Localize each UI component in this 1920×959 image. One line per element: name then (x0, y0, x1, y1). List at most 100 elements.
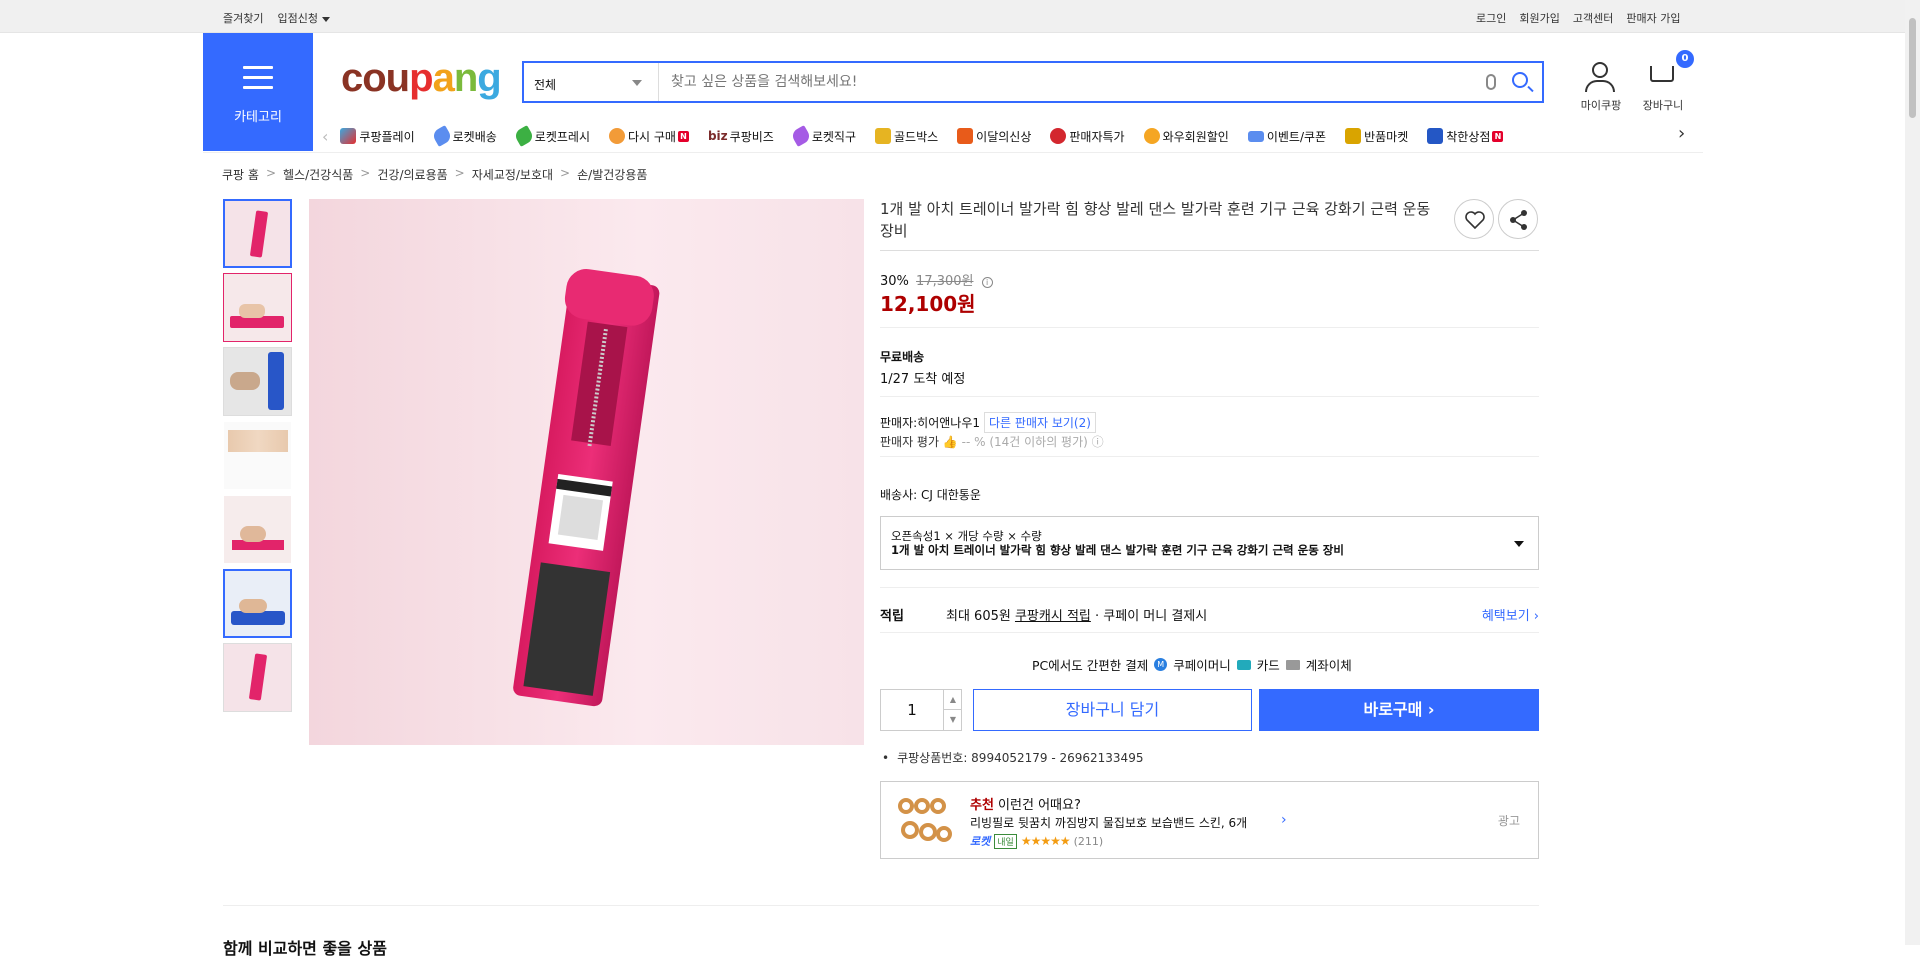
info-icon[interactable]: ⓘ (1092, 435, 1104, 449)
page-scrollbar[interactable] (1905, 0, 1920, 945)
nav-prev-icon[interactable]: ‹ (322, 127, 328, 146)
new-badge: N (677, 130, 689, 142)
favorites-link[interactable]: 즐겨찾기 (223, 10, 263, 26)
microphone-icon[interactable] (1486, 74, 1496, 90)
coupay-money-label: 쿠페이머니 (1173, 658, 1231, 673)
search-input[interactable] (659, 63, 1479, 101)
sale-price: 12,100원 (880, 292, 976, 316)
cart-label: 장바구니 (1642, 99, 1684, 112)
bank-icon (1285, 659, 1300, 670)
breadcrumb-item[interactable]: 손/발건강용품 (577, 166, 647, 183)
recommended-product-meta: 로켓 내일 ★★★★★ (211) (970, 833, 1103, 849)
wow-icon (1143, 128, 1160, 144)
free-shipping-label: 무료배송 (880, 350, 925, 364)
decrease-quantity-button[interactable]: ▼ (943, 710, 962, 730)
breadcrumb-item[interactable]: 자세교정/보호대 (472, 166, 553, 183)
new-badge: N (1492, 130, 1504, 142)
divider (880, 327, 1539, 328)
hamburger-icon (243, 66, 273, 89)
reward-label: 적립 (880, 609, 904, 624)
cart-button[interactable]: 0 장바구니 (1638, 50, 1694, 120)
scrollbar-thumb[interactable] (1909, 18, 1916, 118)
recommended-product-name: 리빙필로 뒷꿈치 까짐방지 물집보호 보습밴드 스킨, 6개 (970, 816, 1248, 830)
buy-now-button[interactable]: 바로구매 › (1259, 689, 1539, 731)
recommendation-heading: 추천 이런건 어때요? (970, 798, 1081, 813)
breadcrumb-item[interactable]: 건강/의료용품 (377, 166, 447, 183)
nav-goldbox[interactable]: 골드박스 (875, 128, 938, 145)
arch-trainer-image (513, 269, 660, 707)
coupang-logo[interactable]: coupang (341, 56, 502, 101)
account-transfer-label: 계좌이체 (1305, 658, 1352, 673)
my-coupang-button[interactable]: 마이쿠팡 (1576, 60, 1626, 120)
option-value: 1개 발 아치 트레이너 발가락 힘 향상 발레 댄스 발가락 훈련 기구 근육… (891, 543, 1344, 557)
search-icon[interactable] (1512, 72, 1528, 88)
search-scope-select[interactable]: 전체 (524, 63, 659, 101)
login-link[interactable]: 로그인 (1476, 10, 1506, 26)
option-select[interactable]: 오픈속성1 × 개당 수량 × 수량 1개 발 아치 트레이너 발가락 힘 향상… (880, 516, 1539, 570)
discount-row: 30% 17,300원 i (880, 270, 993, 289)
quantity-input[interactable]: 1 (881, 690, 943, 730)
add-to-cart-button[interactable]: 장바구니 담기 (973, 689, 1252, 731)
apply-seller-menu[interactable]: 입점신청 (277, 10, 330, 26)
nav-rocket-delivery[interactable]: 로켓배송 (430, 125, 497, 147)
signup-link[interactable]: 회원가입 (1519, 10, 1559, 26)
category-label: 카테고리 (234, 110, 282, 125)
rocket-direct-icon (789, 125, 812, 147)
my-coupang-label: 마이쿠팡 (1580, 99, 1622, 112)
thumbnail[interactable] (223, 199, 292, 268)
divider (880, 396, 1539, 397)
recommendation-card[interactable]: 추천 이런건 어때요? 리빙필로 뒷꿈치 까짐방지 물집보호 보습밴드 스킨, … (880, 781, 1539, 859)
info-icon[interactable]: i (981, 277, 993, 288)
thumbnail[interactable] (223, 569, 292, 638)
seller-row: 판매자: 히어앤나우1 다른 판매자 보기(2) (880, 412, 1096, 433)
caret-down-icon (321, 16, 330, 22)
quantity-stepper: 1 ▲ ▼ (880, 689, 962, 731)
breadcrumb-item[interactable]: 쿠팡 홈 (222, 166, 259, 183)
header-divider (203, 152, 1703, 153)
nav-wow-discount[interactable]: 와우회원할인 (1143, 128, 1229, 145)
search-scope-value: 전체 (534, 78, 557, 92)
reward-text: 최대 605원 쿠팡캐시 적립 · 쿠페이 머니 결제시 (946, 609, 1208, 624)
share-button[interactable] (1498, 199, 1538, 239)
new-icon (957, 128, 974, 144)
search-bar: 전체 (522, 61, 1544, 103)
wishlist-button[interactable] (1454, 199, 1494, 239)
nav-rebuy[interactable]: 다시 구매 N (608, 128, 689, 145)
seller-rating: 판매자 평가 👍 -- % (14건 이하의 평가) ⓘ (880, 433, 1104, 450)
category-menu-button[interactable]: 카테고리 (203, 33, 313, 151)
breadcrumb-item[interactable]: 헬스/건강식품 (283, 166, 353, 183)
nav-event-coupon[interactable]: 이벤트/쿠폰 (1247, 128, 1326, 145)
benefits-link[interactable]: 혜택보기 › (1482, 605, 1539, 624)
breadcrumb: 쿠팡 홈 > 헬스/건강식품 > 건강/의료용품 > 자세교정/보호대 > 손/발건강용… (222, 166, 648, 183)
other-sellers-button[interactable]: 다른 판매자 보기(2) (984, 412, 1096, 433)
review-count: (211) (1073, 834, 1104, 848)
thumbnail[interactable] (223, 495, 292, 564)
coupang-cash-link[interactable]: 쿠팡캐시 적립 (1015, 609, 1091, 624)
main-product-image[interactable] (309, 199, 864, 745)
customer-center-link[interactable]: 고객센터 (1573, 10, 1613, 26)
nav-coupang-biz[interactable]: biz 쿠팡비즈 (708, 128, 774, 145)
coupon-icon (1247, 130, 1264, 142)
divider (223, 905, 1539, 906)
nav-return-market[interactable]: 반품마켓 (1345, 128, 1408, 145)
nav-seller-special[interactable]: 판매자특가 (1050, 128, 1125, 145)
divider (880, 587, 1539, 588)
nav-rocket-fresh[interactable]: 로켓프레시 (512, 125, 590, 147)
nav-coupang-play[interactable]: 쿠팡플레이 (340, 128, 415, 145)
thumbnail[interactable] (223, 421, 292, 490)
seller-name[interactable]: 히어앤나우1 (917, 414, 980, 431)
nav-next-icon[interactable]: › (1678, 123, 1685, 144)
divider (880, 456, 1539, 457)
thumbnail[interactable] (223, 347, 292, 416)
thumbnail[interactable] (223, 273, 292, 342)
increase-quantity-button[interactable]: ▲ (943, 690, 962, 710)
nav-good-store[interactable]: 착한상점 N (1427, 128, 1504, 145)
thumbnail[interactable] (223, 643, 292, 712)
chevron-right-icon[interactable]: › (1281, 812, 1287, 828)
top-utility-bar: 즐겨찾기 입점신청 로그인 회원가입 고객센터 판매자 가입 (0, 0, 1920, 33)
seller-prefix: 판매자: (880, 416, 918, 430)
nav-monthly-new[interactable]: 이달의신상 (957, 128, 1031, 145)
nav-rocket-direct[interactable]: 로켓직구 (789, 125, 856, 147)
rebuy-icon (608, 128, 625, 144)
seller-join-link[interactable]: 판매자 가입 (1626, 10, 1680, 26)
